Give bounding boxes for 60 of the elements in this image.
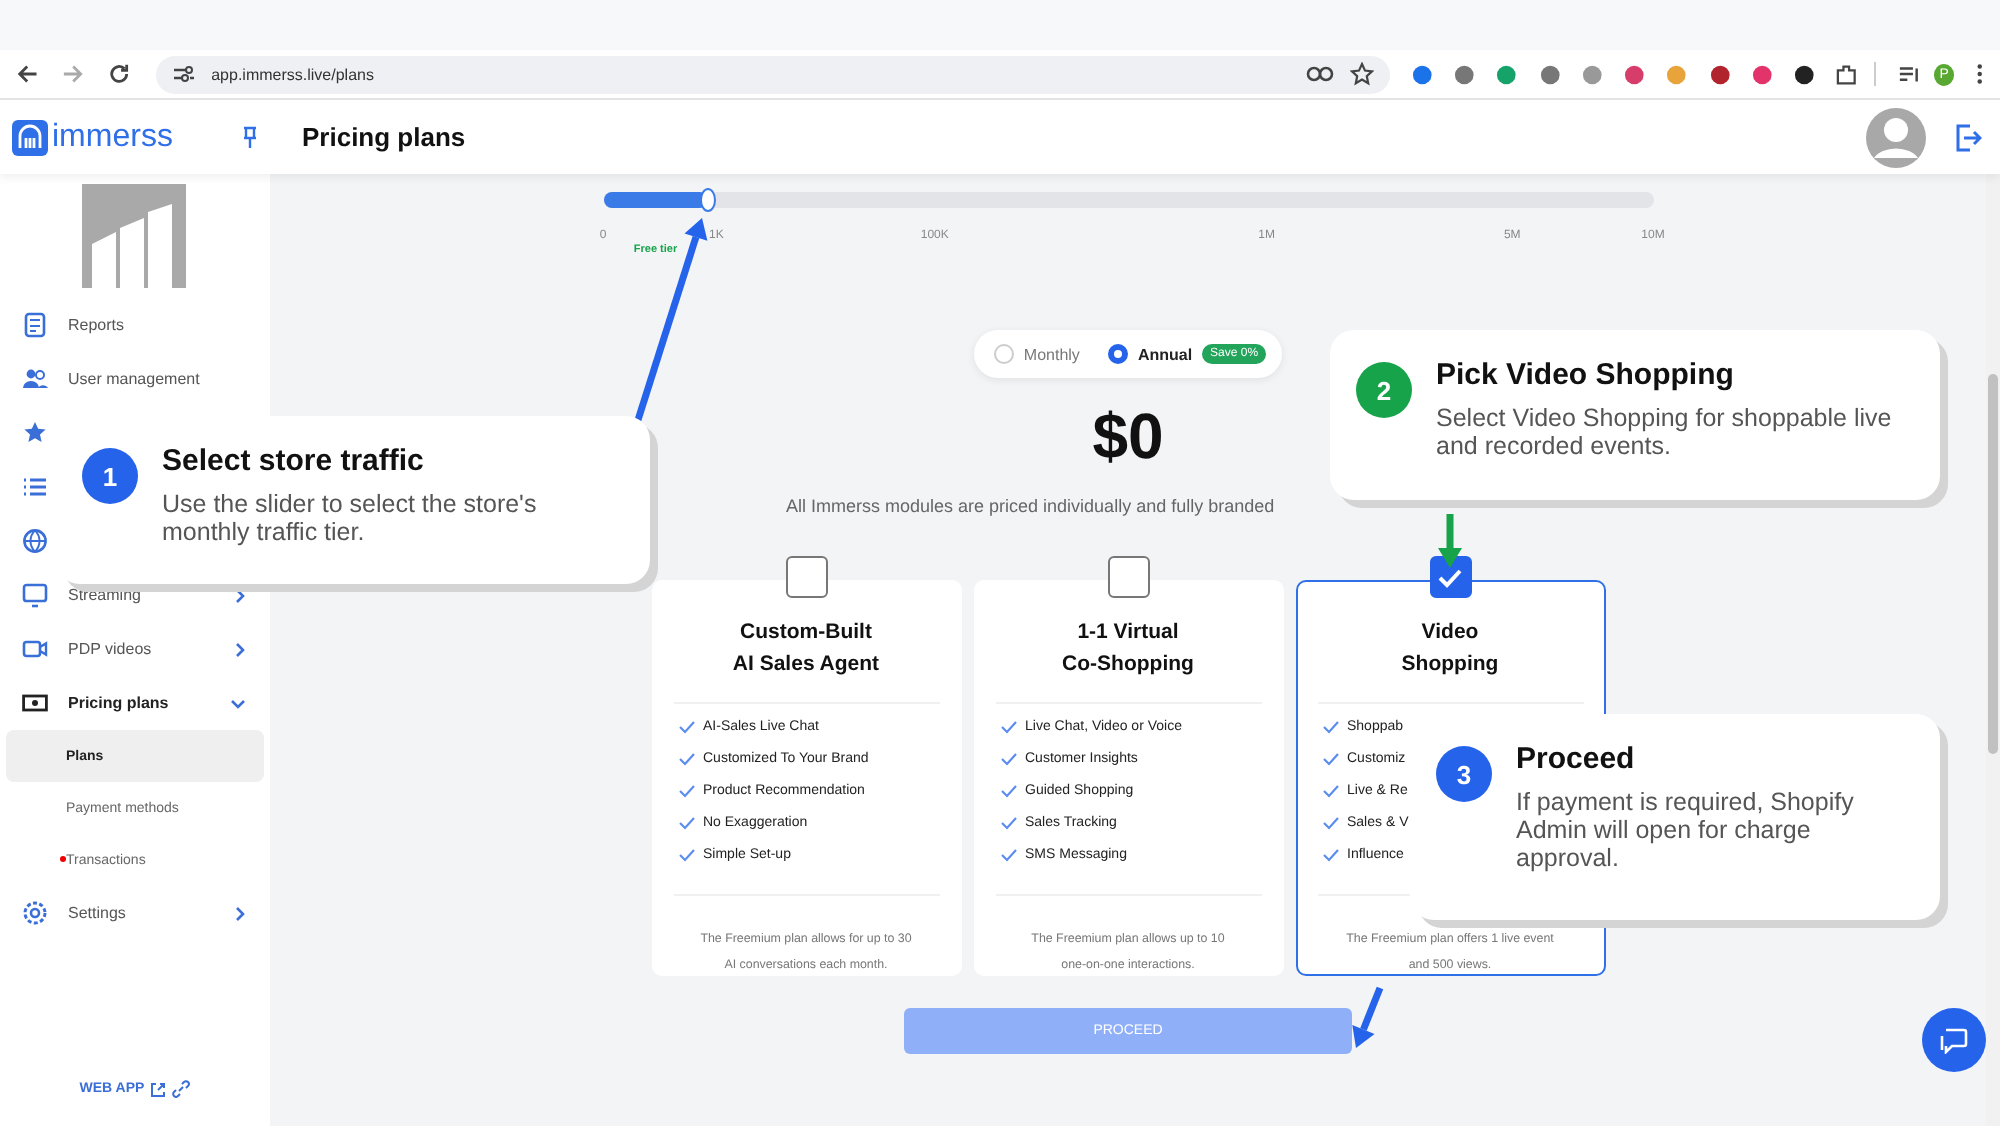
slider-track[interactable] (603, 192, 1653, 208)
checkmark-icon (1438, 567, 1462, 587)
nav-item[interactable]: User management (0, 352, 270, 406)
description-text: All Immerss modules are priced individually and fully branded (786, 496, 1275, 516)
nav-item[interactable]: PDP videos (0, 622, 270, 676)
users-icon (22, 366, 48, 392)
price-text: $0 (1092, 400, 1164, 474)
scrollbar[interactable] (1986, 174, 2000, 1126)
chat-icon (1940, 1027, 1968, 1053)
nav-item[interactable]: Settings (0, 886, 270, 940)
star-icon[interactable] (22, 420, 48, 446)
plan-title: 1-1 Virtual Co-Shopping (1060, 618, 1196, 680)
store-logo-image (82, 184, 186, 288)
pointer-arrow (1352, 986, 1384, 1048)
avatar-icon[interactable] (1866, 107, 1926, 167)
plan-title: Custom-Built AI Sales Agent (730, 618, 882, 680)
callout-text: Use the slider to select the store's monthly traffic tier. (162, 490, 539, 546)
nav-item[interactable]: Pricing plans (0, 676, 270, 730)
step-number: 2 (1356, 362, 1412, 418)
chat-button[interactable] (1922, 1008, 1986, 1072)
link-icon (172, 1080, 191, 1098)
callout-text: Select Video Shopping for shoppable live and recorded events. (1436, 404, 1894, 460)
callout-title: Pick Video Shopping (1436, 358, 1736, 392)
checkbox[interactable] (1107, 556, 1149, 598)
address-bar[interactable]: app.immerss.live/plans (155, 55, 1390, 93)
checkbox[interactable] (1429, 556, 1471, 598)
extension-icon[interactable] (1709, 63, 1730, 85)
back-icon[interactable] (16, 62, 39, 86)
extension-icon[interactable] (1794, 63, 1815, 85)
slider-thumb[interactable] (700, 188, 716, 212)
banknote-icon (22, 690, 48, 716)
pin-icon[interactable] (242, 125, 258, 149)
nav-item[interactable]: Streaming (0, 568, 270, 622)
plan-title: Video Shopping (1399, 618, 1501, 680)
list-icon[interactable] (22, 474, 48, 500)
logo-text: immerss (52, 119, 173, 155)
step-number: 3 (1436, 746, 1492, 802)
radio-button[interactable] (1107, 344, 1128, 364)
key-icon[interactable] (1305, 64, 1334, 84)
callout-title: Select store traffic (162, 444, 426, 478)
url-text: app.immerss.live/plans (211, 65, 374, 83)
logo-icon (12, 119, 48, 155)
page-title: Pricing plans (302, 122, 466, 152)
star-icon[interactable] (1349, 62, 1374, 86)
report-icon (22, 312, 48, 338)
billing-option[interactable]: Monthly (993, 344, 1080, 364)
reload-icon[interactable] (108, 62, 132, 86)
nav-item[interactable]: Reports (0, 298, 270, 352)
video-camera-icon (22, 636, 48, 662)
monitor-icon (22, 582, 48, 608)
logout-icon[interactable] (1954, 123, 1982, 151)
step-number: 1 (82, 448, 138, 504)
site-settings-icon[interactable] (171, 64, 196, 84)
settings-icon (22, 900, 48, 926)
puzzle-icon[interactable] (1836, 63, 1858, 85)
external-link-icon (150, 1081, 167, 1097)
checkbox[interactable] (785, 556, 827, 598)
media-icon[interactable] (1897, 63, 1918, 85)
globe-icon[interactable] (22, 528, 48, 554)
more-icon[interactable] (1976, 62, 1984, 86)
